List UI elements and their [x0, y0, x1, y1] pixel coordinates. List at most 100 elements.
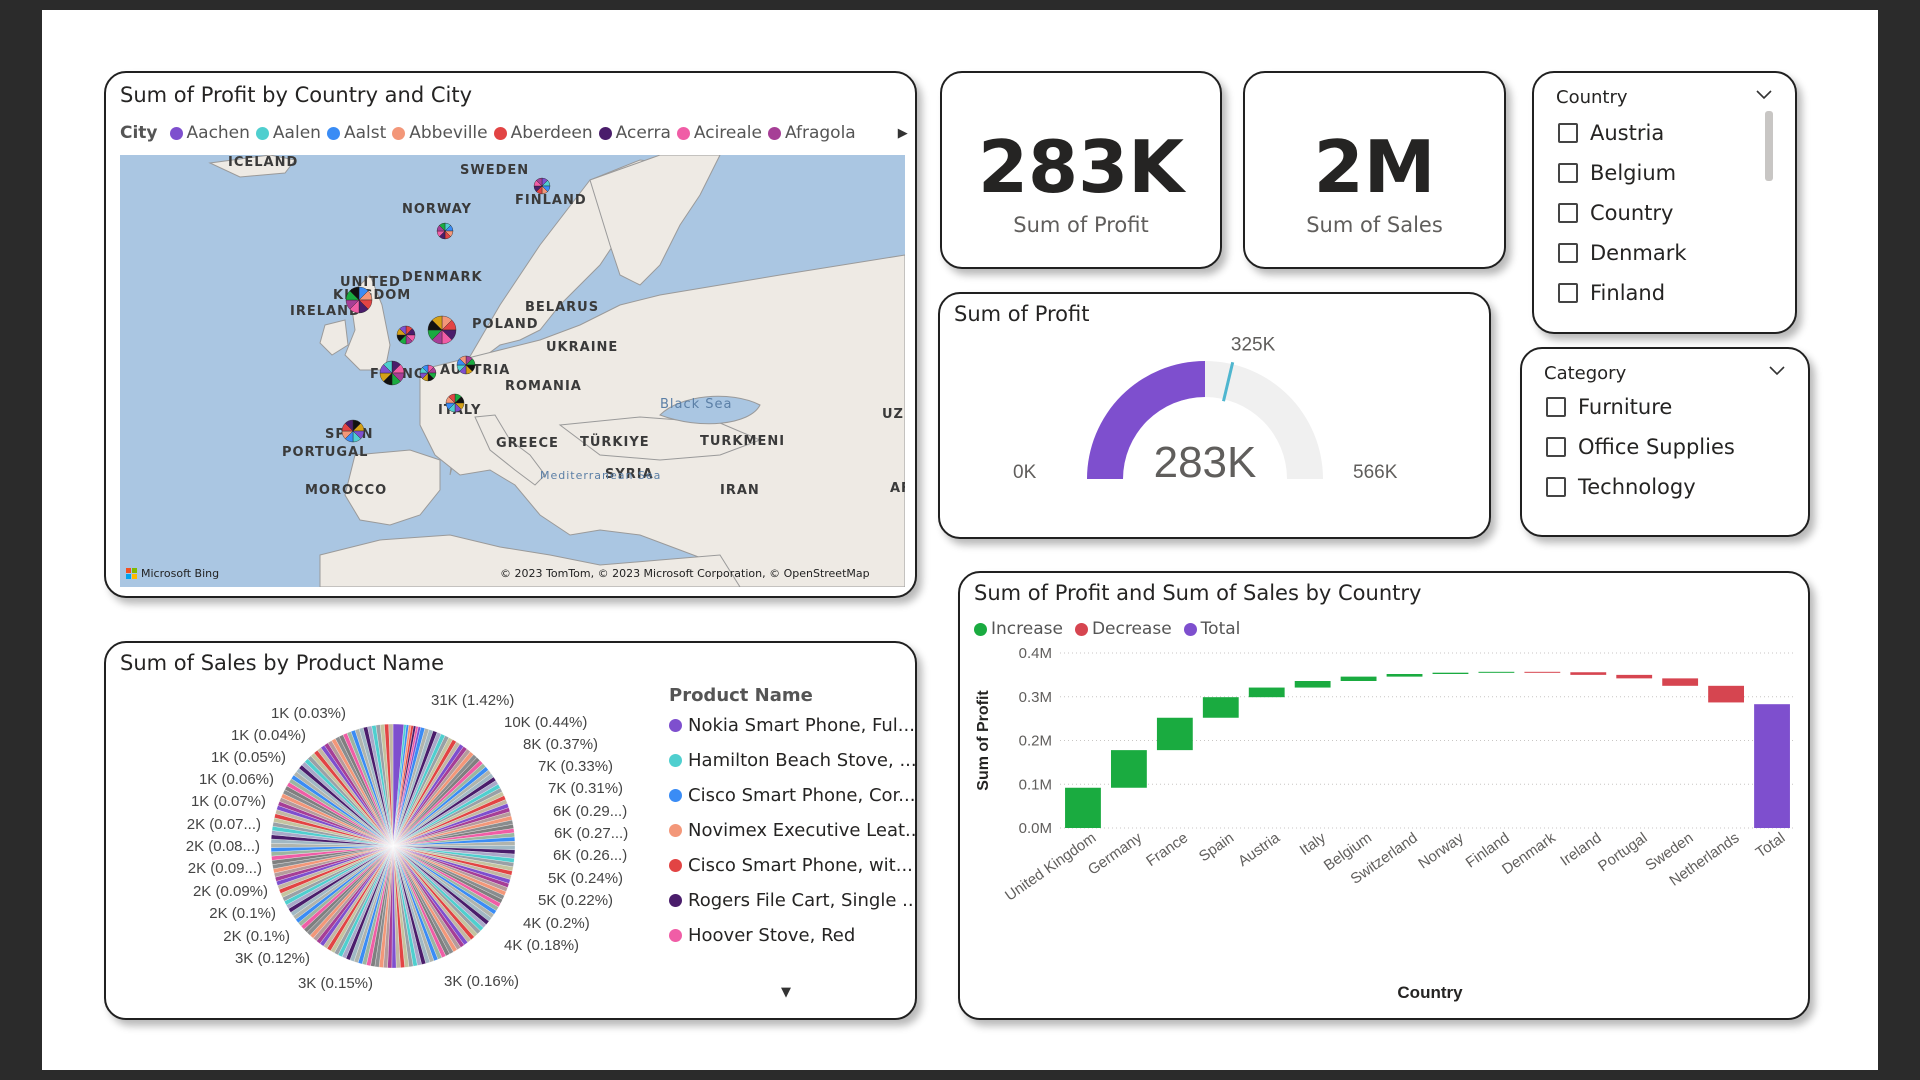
- category-option-technology[interactable]: Technology: [1546, 475, 1696, 499]
- legend-label: Cisco Smart Phone, Cor...: [688, 785, 916, 806]
- legend-label: Aalen: [272, 123, 321, 143]
- checkbox[interactable]: [1558, 163, 1578, 183]
- map-label-denmark: DENMARK: [402, 270, 483, 285]
- waterfall-bar[interactable]: [1386, 674, 1423, 677]
- checkbox[interactable]: [1546, 477, 1566, 497]
- waterfall-bar[interactable]: [1754, 704, 1790, 828]
- waterfall-bar[interactable]: [1570, 672, 1607, 675]
- legend-dot-icon: [767, 126, 781, 140]
- checkbox[interactable]: [1558, 283, 1578, 303]
- pie-legend-item[interactable]: Hoover Stove, Red: [669, 925, 855, 946]
- y-axis-title: Sum of Profit: [975, 690, 992, 791]
- map-pie-marker[interactable]: [435, 221, 455, 241]
- waterfall-bar[interactable]: [1524, 671, 1561, 673]
- legend-dot-icon: [326, 126, 340, 140]
- x-tick-label: United Kingdom: [1002, 829, 1099, 904]
- waterfall-bar[interactable]: [1478, 671, 1515, 673]
- country-option-belgium[interactable]: Belgium: [1558, 161, 1676, 185]
- country-option-austria[interactable]: Austria: [1558, 121, 1664, 145]
- pie-legend-title: Product Name: [669, 685, 813, 706]
- map-pie-marker[interactable]: [418, 363, 438, 383]
- country-slicer[interactable]: Country Austria Belgium Country Denmark …: [1532, 71, 1797, 334]
- waterfall-bar[interactable]: [1340, 676, 1377, 681]
- map-pie-marker[interactable]: [340, 418, 366, 444]
- checkbox[interactable]: [1558, 203, 1578, 223]
- pie-data-label: 3K (0.12%): [235, 950, 310, 967]
- map-canvas[interactable]: ICELAND SWEDEN FINLAND NORWAY UNITED KIN…: [120, 155, 905, 587]
- pie-data-label: 7K (0.31%): [548, 780, 623, 797]
- country-option-denmark[interactable]: Denmark: [1558, 241, 1687, 265]
- waterfall-bar[interactable]: [1616, 674, 1653, 679]
- pie-legend-item[interactable]: Novimex Executive Leat...: [669, 820, 915, 841]
- kpi-card-profit[interactable]: 283K Sum of Profit: [940, 71, 1222, 269]
- legend-dot-icon: [669, 894, 682, 907]
- map-pie-marker[interactable]: [532, 176, 552, 196]
- map-pie-marker[interactable]: [444, 392, 466, 414]
- waterfall-chart[interactable]: 0.0M0.1M0.2M0.3M0.4MUnited KingdomGerman…: [960, 573, 1808, 1018]
- legend-label: Aachen: [186, 123, 250, 143]
- waterfall-bar[interactable]: [1662, 678, 1699, 686]
- pie-legend-item[interactable]: Rogers File Cart, Single ...: [669, 890, 915, 911]
- y-tick-label: 0.3M: [1019, 689, 1052, 706]
- chevron-down-icon[interactable]: [1768, 365, 1786, 377]
- x-tick-label: Total: [1753, 829, 1789, 861]
- map-land: [208, 155, 905, 587]
- checkbox[interactable]: [1546, 397, 1566, 417]
- waterfall-bar[interactable]: [1248, 687, 1285, 698]
- map-legend-item[interactable]: Abbeville: [392, 123, 488, 143]
- map-legend-item[interactable]: Acerra: [598, 123, 671, 143]
- category-slicer[interactable]: Category Furniture Office Supplies Techn…: [1520, 347, 1810, 537]
- chevron-down-icon[interactable]: [1755, 89, 1773, 101]
- map-pie-marker[interactable]: [344, 285, 374, 315]
- pie-legend-item[interactable]: Cisco Smart Phone, wit...: [669, 855, 913, 876]
- windows-icon: [126, 568, 137, 579]
- waterfall-bar[interactable]: [1156, 717, 1193, 751]
- legend-label: Abbeville: [409, 123, 488, 143]
- waterfall-bar[interactable]: [1065, 787, 1101, 828]
- legend-label: Aalst: [343, 123, 387, 143]
- map-legend-item[interactable]: Aachen: [169, 123, 250, 143]
- option-label: Finland: [1590, 281, 1666, 305]
- country-option-finland[interactable]: Finland: [1558, 281, 1665, 305]
- checkbox[interactable]: [1546, 437, 1566, 457]
- map-attribution[interactable]: © 2023 TomTom, © 2023 Microsoft Corporat…: [500, 567, 870, 580]
- pie-chart[interactable]: 1K (0.03%) 1K (0.04%) 1K (0.05%) 1K (0.06%)…: [106, 643, 666, 1018]
- legend-next-icon[interactable]: ▶: [898, 126, 908, 141]
- map-legend-item[interactable]: Aalst: [326, 123, 387, 143]
- gauge-visual[interactable]: Sum of Profit 283K 0K 566K 325K: [938, 292, 1491, 539]
- pie-legend-item[interactable]: Nokia Smart Phone, Ful...: [669, 715, 915, 736]
- checkbox[interactable]: [1558, 123, 1578, 143]
- pie-data-label: 31K (1.42%): [431, 692, 514, 709]
- category-option-office-supplies[interactable]: Office Supplies: [1546, 435, 1735, 459]
- bing-text: Microsoft Bing: [141, 567, 220, 580]
- waterfall-bar[interactable]: [1202, 697, 1239, 718]
- waterfall-bar[interactable]: [1432, 672, 1469, 674]
- map-visual[interactable]: Sum of Profit by Country and City City A…: [104, 71, 917, 598]
- checkbox[interactable]: [1558, 243, 1578, 263]
- waterfall-bar[interactable]: [1708, 685, 1745, 703]
- map-legend-item[interactable]: Acireale: [676, 123, 762, 143]
- gauge-value: 283K: [1154, 438, 1257, 487]
- map-pie-marker[interactable]: [395, 324, 417, 346]
- legend-scroll-down-icon[interactable]: ▼: [781, 985, 791, 1000]
- country-option-country[interactable]: Country: [1558, 201, 1673, 225]
- map-legend-item[interactable]: Afragola: [767, 123, 856, 143]
- category-option-furniture[interactable]: Furniture: [1546, 395, 1672, 419]
- waterfall-bar[interactable]: [1294, 681, 1331, 688]
- waterfall-visual[interactable]: Sum of Profit and Sum of Sales by Countr…: [958, 571, 1810, 1020]
- map-pie-marker[interactable]: [426, 314, 458, 346]
- pie-legend-item[interactable]: Hamilton Beach Stove, ...: [669, 750, 915, 771]
- map-pie-marker[interactable]: [455, 354, 477, 376]
- legend-dot-icon: [392, 126, 406, 140]
- pie-data-label: 2K (0.09%): [193, 883, 268, 900]
- map-legend-item[interactable]: Aalen: [255, 123, 321, 143]
- pie-legend-item[interactable]: Cisco Smart Phone, Cor...: [669, 785, 915, 806]
- slicer-scrollbar[interactable]: [1765, 111, 1773, 181]
- kpi-card-sales[interactable]: 2M Sum of Sales: [1243, 71, 1506, 269]
- map-pie-marker[interactable]: [378, 359, 406, 387]
- gauge-chart[interactable]: 283K 0K 566K 325K: [940, 294, 1489, 537]
- map-legend-item[interactable]: Aberdeen: [493, 123, 593, 143]
- waterfall-bar[interactable]: [1110, 750, 1147, 788]
- pie-visual[interactable]: Sum of Sales by Product Name 1K (0.03%) 1…: [104, 641, 917, 1020]
- map-label-sweden: SWEDEN: [460, 163, 530, 178]
